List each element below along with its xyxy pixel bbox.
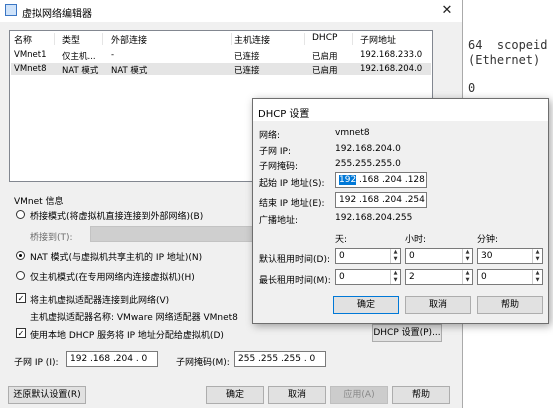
dialog-title: DHCP 设置: [258, 109, 310, 120]
column-header[interactable]: DHCP: [312, 33, 353, 45]
subnet-mask-label: 子网掩码:: [259, 162, 299, 172]
dhcp-ok-button[interactable]: 确定: [333, 296, 399, 314]
end-ip-input[interactable]: 192 .168 .204 .254: [335, 192, 427, 208]
nat-mode-label[interactable]: NAT 模式(与虚拟机共享主机的 IP 地址)(N): [30, 250, 202, 263]
row-dhcp: 已启用: [312, 66, 338, 76]
ok-button[interactable]: 确定: [206, 386, 264, 404]
row-type: NAT 模式: [62, 66, 99, 76]
title-bar: 虚拟网络编辑器 ✕: [0, 0, 462, 22]
cancel-button[interactable]: 取消: [268, 386, 326, 404]
network-value: vmnet8: [335, 128, 370, 138]
spinner-arrows-icon[interactable]: ▲ ▼: [462, 270, 472, 284]
column-header[interactable]: 名称: [14, 33, 55, 46]
row-host: 已连接: [234, 66, 260, 76]
bridge-to-label: 桥接到(T):: [30, 233, 73, 243]
start-ip-first-octet: 192: [339, 175, 357, 185]
use-dhcp-checkbox[interactable]: ✓: [16, 328, 26, 338]
table-row[interactable]: VMnet1 仅主机... - 已连接 已启用 192.168.233.0: [11, 49, 431, 62]
close-icon[interactable]: ✕: [438, 2, 456, 20]
default-lease-label: 默认租用时间(D):: [259, 255, 330, 265]
use-dhcp-label[interactable]: 使用本地 DHCP 服务将 IP 地址分配给虚拟机(D): [30, 328, 224, 341]
terminal-line: 64 scopeid: [468, 38, 548, 52]
start-ip-remaining-octets: .168 .204 .128: [356, 175, 425, 185]
subnet-mask-input[interactable]: 255 .255 .255 . 0: [234, 351, 326, 367]
subnet-ip-label: 子网 IP (I):: [14, 358, 59, 368]
connect-adapter-checkbox[interactable]: ✓: [16, 293, 26, 303]
column-header[interactable]: 外部连接: [111, 33, 232, 46]
row-external: NAT 模式: [111, 66, 148, 76]
spinner-arrows-icon[interactable]: ▲ ▼: [532, 249, 542, 263]
dhcp-help-button[interactable]: 帮助: [477, 296, 543, 314]
default-lease-hours[interactable]: 0 ▲ ▼: [405, 248, 473, 264]
terminal-line: 0: [468, 81, 476, 95]
max-lease-hours-value: 2: [409, 272, 415, 282]
vmnet-info-label: VMnet 信息: [14, 197, 64, 207]
spinner-arrows-icon[interactable]: ▲ ▼: [462, 249, 472, 263]
subnet-ip-value: 192.168.204.0: [335, 144, 401, 154]
spinner-arrows-icon[interactable]: ▲ ▼: [532, 270, 542, 284]
dhcp-cancel-button[interactable]: 取消: [405, 296, 471, 314]
max-lease-hours[interactable]: 2 ▲ ▼: [405, 269, 473, 285]
window-title: 虚拟网络编辑器: [22, 9, 92, 20]
default-lease-minutes-value: 30: [481, 251, 493, 261]
dhcp-settings-button[interactable]: DHCP 设置(P)...: [372, 324, 442, 342]
max-lease-days-value: 0: [339, 272, 345, 282]
subnet-mask-label: 子网掩码(M):: [176, 358, 230, 368]
row-external: -: [111, 50, 115, 60]
row-name: VMnet8: [14, 64, 47, 74]
default-lease-hours-value: 0: [409, 251, 415, 261]
subnet-ip-label: 子网 IP:: [259, 147, 291, 157]
subnet-ip-input[interactable]: 192 .168 .204 . 0: [66, 351, 158, 367]
max-lease-minutes-value: 0: [481, 272, 487, 282]
broadcast-label: 广播地址:: [259, 216, 299, 226]
default-lease-days-value: 0: [339, 251, 345, 261]
spinner-arrows-icon[interactable]: ▲ ▼: [390, 249, 400, 263]
row-name: VMnet1: [14, 50, 47, 60]
default-lease-minutes[interactable]: 30 ▲ ▼: [477, 248, 543, 264]
adapter-name-text: 主机虚拟适配器名称: VMware 网络适配器 VMnet8: [30, 313, 238, 323]
row-subnet: 192.168.233.0: [360, 50, 423, 60]
minutes-label: 分钟:: [477, 235, 499, 245]
nat-mode-radio[interactable]: [16, 251, 25, 260]
column-header[interactable]: 主机连接: [234, 33, 305, 46]
row-subnet: 192.168.204.0: [360, 64, 423, 74]
network-label: 网络:: [259, 131, 281, 141]
start-ip-input[interactable]: 192 .168 .204 .128: [335, 172, 427, 188]
end-ip-label: 结束 IP 地址(E):: [259, 199, 325, 209]
hostonly-mode-label[interactable]: 仅主机模式(在专用网络内连接虚拟机)(H): [30, 270, 195, 283]
default-lease-days[interactable]: 0 ▲ ▼: [335, 248, 401, 264]
days-label: 天:: [335, 235, 348, 245]
dhcp-settings-dialog: DHCP 设置 网络: vmnet8 子网 IP: 192.168.204.0 …: [252, 98, 549, 324]
bridge-to-select: [90, 226, 260, 242]
dialog-title-bar: DHCP 设置: [253, 99, 548, 121]
table-row[interactable]: VMnet8 NAT 模式 NAT 模式 已连接 已启用 192.168.204…: [11, 63, 431, 76]
apply-button[interactable]: 应用(A): [330, 386, 388, 404]
start-ip-label: 起始 IP 地址(S):: [259, 179, 325, 189]
network-editor-icon: [5, 4, 17, 16]
row-host: 已连接: [234, 52, 260, 62]
row-dhcp: 已启用: [312, 52, 338, 62]
bridge-mode-label[interactable]: 桥接模式(将虚拟机直接连接到外部网络)(B): [30, 209, 203, 222]
broadcast-value: 192.168.204.255: [335, 213, 413, 223]
subnet-mask-value: 255.255.255.0: [335, 159, 401, 169]
row-type: 仅主机...: [62, 52, 96, 62]
terminal-line: (Ethernet): [468, 53, 541, 67]
max-lease-minutes[interactable]: 0 ▲ ▼: [477, 269, 543, 285]
hours-label: 小时:: [405, 235, 427, 245]
column-header[interactable]: 类型: [62, 33, 103, 46]
max-lease-days[interactable]: 0 ▲ ▼: [335, 269, 401, 285]
spinner-arrows-icon[interactable]: ▲ ▼: [390, 270, 400, 284]
column-header[interactable]: 子网地址: [360, 33, 430, 46]
max-lease-label: 最长租用时间(M):: [259, 276, 331, 286]
hostonly-mode-radio[interactable]: [16, 271, 25, 280]
restore-defaults-button[interactable]: 还原默认设置(R): [8, 386, 86, 404]
bridge-mode-radio[interactable]: [16, 210, 25, 219]
help-button[interactable]: 帮助: [392, 386, 450, 404]
connect-adapter-label[interactable]: 将主机虚拟适配器连接到此网络(V): [30, 293, 169, 306]
